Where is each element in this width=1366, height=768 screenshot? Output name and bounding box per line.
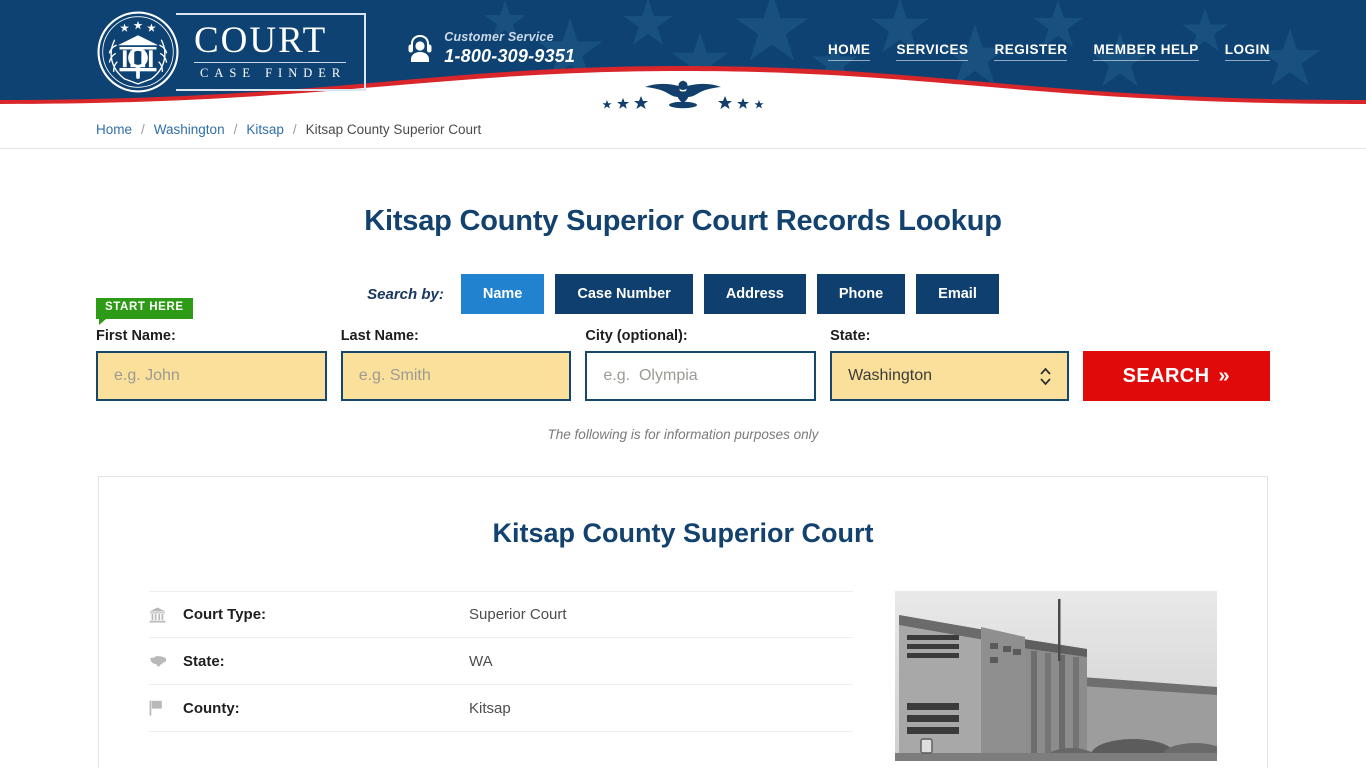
courthouse-icon bbox=[149, 607, 183, 623]
page-title: Kitsap County Superior Court Records Loo… bbox=[364, 205, 1002, 237]
site-header: COURT CASE FINDER Customer Service 1-800… bbox=[0, 0, 1366, 110]
search-button[interactable]: SEARCH » bbox=[1082, 351, 1270, 401]
chevron-updown-icon bbox=[1040, 367, 1051, 385]
nav-item-login[interactable]: LOGIN bbox=[1224, 42, 1270, 61]
first-name-label: First Name: bbox=[96, 328, 176, 344]
breadcrumb: Home / Washington / Kitsap / Kitsap Coun… bbox=[96, 122, 481, 137]
eagle-emblem-icon bbox=[602, 80, 764, 109]
detail-label: State: bbox=[183, 652, 225, 670]
court-detail-list: Court Type: Superior Court State: WA Cou… bbox=[149, 591, 853, 761]
first-name-input[interactable] bbox=[96, 351, 327, 401]
logo-wordmark: COURT CASE FINDER bbox=[176, 13, 367, 91]
customer-service-block[interactable]: Customer Service 1-800-309-9351 bbox=[406, 30, 575, 66]
customer-service-label: Customer Service bbox=[444, 30, 554, 44]
main-nav: HOME SERVICES REGISTER MEMBER HELP LOGIN bbox=[827, 42, 1270, 61]
search-by-tabs: Search by: Name Case Number Address Phon… bbox=[0, 274, 1366, 314]
breadcrumb-item-home[interactable]: Home bbox=[96, 122, 132, 137]
courthouse-photo bbox=[895, 591, 1217, 761]
tab-phone[interactable]: Phone bbox=[816, 274, 906, 314]
breadcrumb-item-kitsap[interactable]: Kitsap bbox=[246, 122, 284, 137]
nav-item-member-help[interactable]: MEMBER HELP bbox=[1093, 42, 1199, 61]
state-select-value: Washington bbox=[848, 367, 933, 384]
first-name-field-group: First Name: bbox=[96, 328, 327, 401]
court-card-body: Court Type: Superior Court State: WA Cou… bbox=[99, 591, 1267, 761]
state-label: State: bbox=[830, 328, 871, 344]
city-input[interactable] bbox=[585, 351, 817, 401]
tab-email[interactable]: Email bbox=[916, 274, 999, 314]
last-name-input[interactable] bbox=[340, 351, 572, 401]
double-chevron-right-icon: » bbox=[1218, 364, 1231, 387]
breadcrumb-bar: Home / Washington / Kitsap / Kitsap Coun… bbox=[0, 110, 1366, 149]
city-field-group: City (optional): bbox=[585, 328, 817, 401]
logo-subtitle: CASE FINDER bbox=[200, 66, 347, 81]
tab-name[interactable]: Name bbox=[460, 274, 545, 314]
state-field-group: State: Washington bbox=[830, 328, 1069, 401]
breadcrumb-separator: / bbox=[292, 121, 297, 137]
state-select[interactable]: Washington bbox=[830, 351, 1069, 401]
detail-label: County: bbox=[183, 699, 240, 717]
detail-value: Superior Court bbox=[469, 606, 567, 623]
detail-label: Court Type: bbox=[183, 606, 267, 623]
last-name-field-group: Last Name: bbox=[340, 328, 572, 401]
court-info-card: Kitsap County Superior Court Court Type:… bbox=[98, 476, 1268, 768]
headset-support-icon bbox=[408, 35, 432, 63]
customer-service-phone[interactable]: 1-800-309-9351 bbox=[444, 46, 575, 67]
breadcrumb-item-current: Kitsap County Superior Court bbox=[305, 121, 482, 137]
court-seal-icon bbox=[97, 11, 179, 93]
nav-item-services[interactable]: SERVICES bbox=[896, 42, 969, 61]
search-button-label: SEARCH bbox=[1122, 364, 1210, 387]
logo-title: COURT bbox=[194, 20, 328, 62]
site-logo[interactable]: COURT CASE FINDER bbox=[96, 10, 367, 94]
table-row: State: WA bbox=[149, 638, 853, 685]
tab-address[interactable]: Address bbox=[703, 274, 806, 314]
info-note: The following is for information purpose… bbox=[547, 427, 819, 442]
table-row: County: Kitsap bbox=[149, 685, 853, 732]
nav-item-home[interactable]: HOME bbox=[827, 42, 871, 61]
breadcrumb-separator: / bbox=[233, 121, 238, 137]
detail-value: Kitsap bbox=[469, 699, 511, 717]
detail-value: WA bbox=[469, 652, 493, 670]
search-by-label: Search by: bbox=[367, 285, 444, 303]
logo-divider bbox=[194, 62, 347, 64]
court-search-form: START HERE First Name: Last Name: City (… bbox=[96, 298, 1270, 401]
breadcrumb-item-washington[interactable]: Washington bbox=[154, 122, 225, 137]
table-row: Court Type: Superior Court bbox=[149, 591, 853, 638]
flag-icon bbox=[149, 700, 183, 716]
nav-item-register[interactable]: REGISTER bbox=[994, 42, 1068, 61]
city-label: City (optional): bbox=[585, 328, 688, 344]
last-name-label: Last Name: bbox=[340, 328, 419, 344]
main-content: Kitsap County Superior Court Records Loo… bbox=[0, 205, 1366, 768]
breadcrumb-separator: / bbox=[141, 121, 145, 137]
court-card-title: Kitsap County Superior Court bbox=[492, 518, 874, 548]
tab-case-number[interactable]: Case Number bbox=[555, 274, 693, 314]
us-map-icon bbox=[149, 655, 183, 668]
start-here-badge: START HERE bbox=[96, 298, 193, 324]
